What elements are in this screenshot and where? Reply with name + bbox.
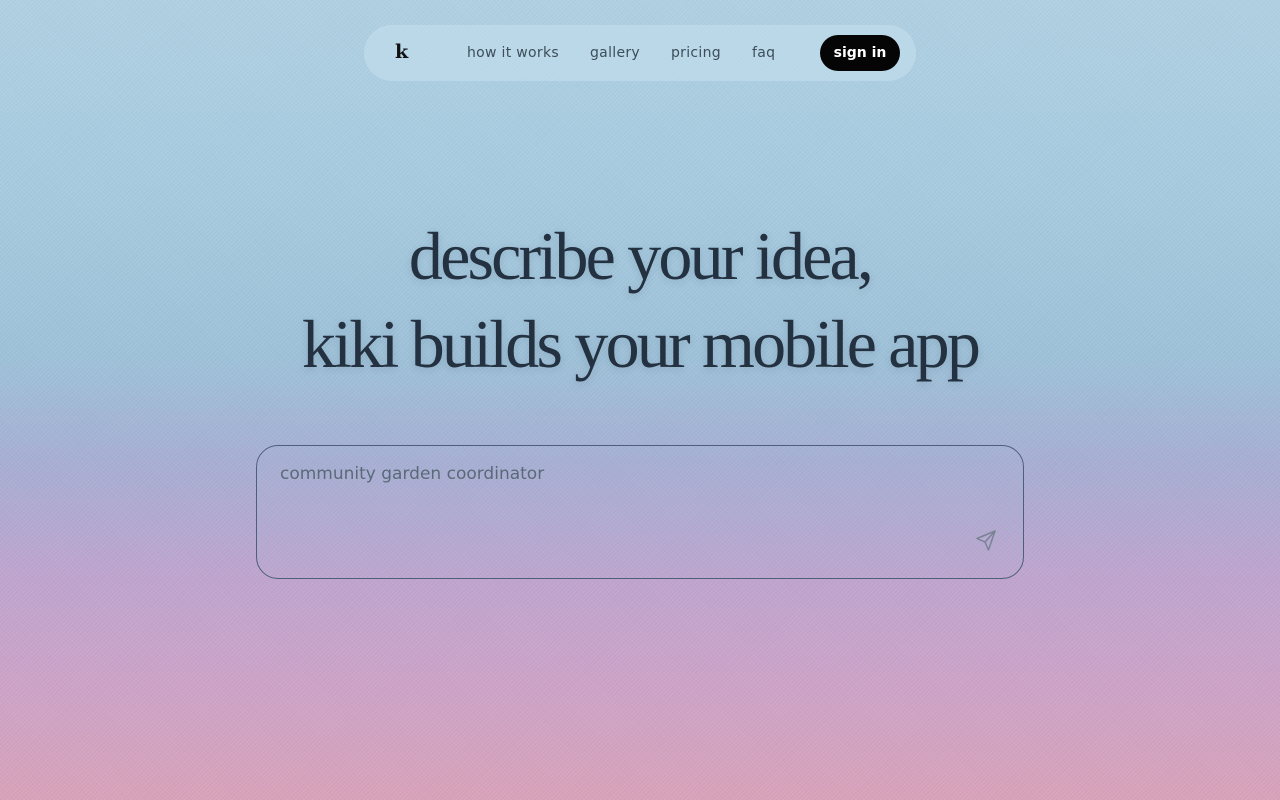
sign-in-button[interactable]: sign in bbox=[820, 35, 900, 71]
idea-input[interactable]: community garden coordinator bbox=[280, 462, 940, 552]
prompt-box: community garden coordinator bbox=[256, 445, 1024, 579]
nav-link-how-it-works[interactable]: how it works bbox=[467, 43, 559, 63]
nav-link-faq[interactable]: faq bbox=[752, 43, 775, 63]
send-icon bbox=[976, 530, 996, 551]
nav-link-gallery[interactable]: gallery bbox=[590, 43, 640, 63]
top-nav: k how it works gallery pricing faq sign … bbox=[364, 25, 916, 81]
nav-link-pricing[interactable]: pricing bbox=[671, 43, 721, 63]
send-button[interactable] bbox=[971, 526, 1001, 556]
hero-line-1: describe your idea, bbox=[408, 218, 874, 294]
logo[interactable]: k bbox=[395, 39, 408, 65]
hero-line-2: kiki builds your mobile app bbox=[301, 306, 981, 382]
background-grain bbox=[0, 0, 1280, 800]
hero-headline: describe your idea, kiki builds your mob… bbox=[0, 212, 1280, 388]
